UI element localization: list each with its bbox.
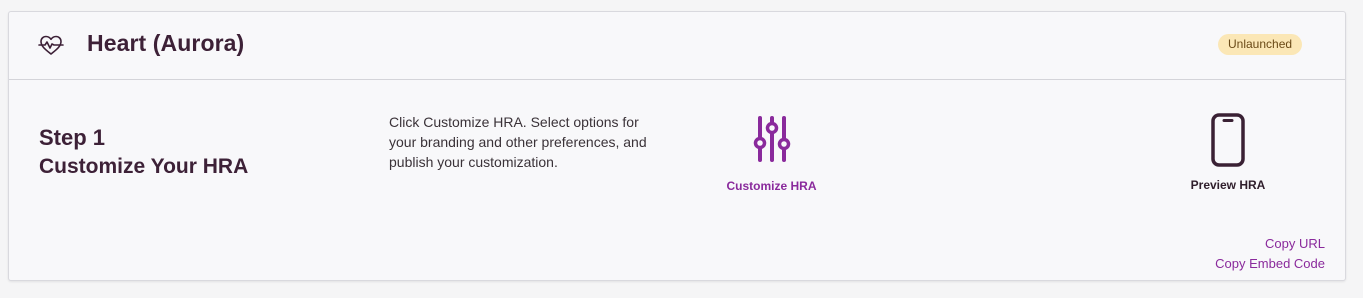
- heart-rate-icon: [38, 33, 64, 57]
- status-badge: Unlaunched: [1218, 34, 1303, 55]
- step-description: Click Customize HRA. Select options for …: [389, 114, 647, 170]
- mobile-phone-icon: [1174, 112, 1282, 168]
- step-title: Customize Your HRA: [39, 155, 249, 178]
- copy-embed-code-link[interactable]: Copy Embed Code: [1215, 256, 1325, 271]
- customize-hra-label: Customize HRA: [726, 179, 817, 193]
- hra-card: Heart (Aurora) Unlaunched Step 1 Customi…: [8, 11, 1346, 281]
- step-number: Step 1: [39, 125, 106, 150]
- sliders-icon: [709, 115, 834, 163]
- preview-hra-label: Preview HRA: [1190, 178, 1266, 192]
- card-title: Heart (Aurora): [87, 30, 245, 56]
- customize-hra-button[interactable]: Customize HRA: [709, 115, 834, 195]
- copy-url-link[interactable]: Copy URL: [1265, 236, 1325, 251]
- preview-hra-button[interactable]: Preview HRA: [1174, 112, 1282, 194]
- card-header: Heart (Aurora) Unlaunched: [9, 12, 1345, 80]
